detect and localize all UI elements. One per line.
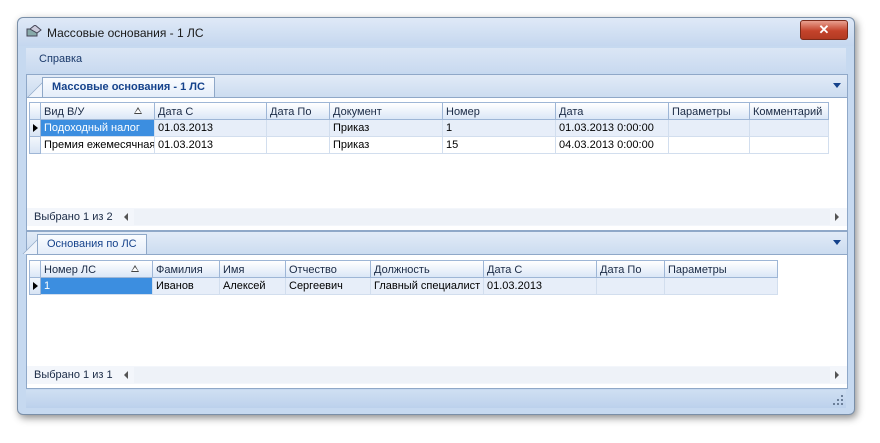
sort-ascending-icon <box>134 107 142 114</box>
column-header[interactable]: Параметры <box>665 260 778 278</box>
table-row[interactable]: Премия ежемесячная 01.03.2013 Приказ 15 … <box>41 137 829 154</box>
column-header[interactable]: Документ <box>330 102 443 120</box>
tab-mass-grounds[interactable]: Массовые основания - 1 ЛС <box>42 77 215 97</box>
column-header[interactable]: Дата По <box>267 102 330 120</box>
table-row[interactable]: Подоходный налог 01.03.2013 Приказ 1 01.… <box>41 120 829 137</box>
table-cell[interactable]: 1 <box>443 120 556 137</box>
mass-grounds-grid: Вид В/У Дата С Дата По Документ Номер Да… <box>29 102 829 207</box>
column-header[interactable]: Дата По <box>597 260 665 278</box>
scroll-right-icon[interactable] <box>835 371 839 379</box>
row-indicator[interactable] <box>29 278 41 295</box>
table-cell[interactable]: 04.03.2013 0:00:00 <box>556 137 669 154</box>
table-cell[interactable]: 15 <box>443 137 556 154</box>
table-cell[interactable]: Сергеевич <box>286 278 371 295</box>
close-icon: ✕ <box>818 22 830 37</box>
table-row[interactable]: 1 Иванов Алексей Сергеевич Главный специ… <box>41 278 778 295</box>
table-cell[interactable]: 01.03.2013 <box>484 278 597 295</box>
window-title: Массовые основания - 1 ЛС <box>47 26 204 40</box>
column-header[interactable]: Номер <box>443 102 556 120</box>
mass-grounds-tabstrip: Массовые основания - 1 ЛС <box>27 75 847 98</box>
size-grip-icon[interactable] <box>833 395 843 405</box>
table-cell[interactable]: 01.03.2013 <box>155 120 267 137</box>
table-cell[interactable]: Главный специалист <box>371 278 484 295</box>
horizontal-scrollbar[interactable] <box>134 367 830 383</box>
scroll-right-icon[interactable] <box>835 213 839 221</box>
table-cell[interactable] <box>669 137 750 154</box>
table-cell[interactable] <box>267 137 330 154</box>
table-cell[interactable]: 01.03.2013 <box>155 137 267 154</box>
column-header[interactable]: Дата С <box>155 102 267 120</box>
table-cell[interactable] <box>750 137 829 154</box>
dropdown-arrow-icon[interactable] <box>833 240 841 245</box>
close-button[interactable]: ✕ <box>800 20 848 40</box>
column-header[interactable]: Дата С <box>484 260 597 278</box>
row-pointer-icon <box>33 282 38 290</box>
ls-grounds-statusbar: Выбрано 1 из 1 <box>27 366 847 384</box>
row-indicator-header <box>29 102 41 120</box>
title-bar[interactable]: Массовые основания - 1 ЛС ✕ <box>18 18 854 46</box>
column-header[interactable]: Дата <box>556 102 669 120</box>
column-header[interactable]: Параметры <box>669 102 750 120</box>
menu-item-help[interactable]: Справка <box>39 53 82 65</box>
row-pointer-icon <box>33 124 38 132</box>
column-header[interactable]: Фамилия <box>153 260 220 278</box>
table-cell[interactable]: Алексей <box>220 278 286 295</box>
row-indicator[interactable] <box>29 137 41 154</box>
app-icon <box>26 25 42 37</box>
column-header[interactable]: Имя <box>220 260 286 278</box>
table-cell[interactable]: Премия ежемесячная <box>41 137 155 154</box>
table-cell[interactable]: Приказ <box>330 120 443 137</box>
row-indicator[interactable] <box>29 120 41 137</box>
table-cell[interactable]: Приказ <box>330 137 443 154</box>
window-footer <box>26 390 846 408</box>
mass-grounds-panel: Массовые основания - 1 ЛС Вид В/У Дата С… <box>26 74 848 231</box>
scroll-left-icon[interactable] <box>124 213 128 221</box>
column-header[interactable]: Отчество <box>286 260 371 278</box>
table-cell[interactable]: Подоходный налог <box>41 120 155 137</box>
row-indicator-header <box>29 260 41 278</box>
tab-ls-grounds[interactable]: Основания по ЛС <box>37 234 147 254</box>
selection-count: Выбрано 1 из 2 <box>34 211 113 223</box>
table-cell[interactable]: 01.03.2013 0:00:00 <box>556 120 669 137</box>
table-cell[interactable]: 1 <box>41 278 153 295</box>
table-cell[interactable] <box>750 120 829 137</box>
selection-count: Выбрано 1 из 1 <box>34 369 113 381</box>
main-window: Массовые основания - 1 ЛС ✕ Справка Масс… <box>17 17 855 415</box>
table-cell[interactable] <box>597 278 665 295</box>
column-header[interactable]: Должность <box>371 260 484 278</box>
sort-ascending-icon <box>131 265 139 272</box>
ls-grounds-grid: Номер ЛС Фамилия Имя Отчество Должность … <box>29 260 829 365</box>
horizontal-scrollbar[interactable] <box>134 209 830 225</box>
mass-grounds-statusbar: Выбрано 1 из 2 <box>27 208 847 226</box>
table-cell[interactable] <box>669 120 750 137</box>
menu-bar: Справка <box>26 48 846 72</box>
table-cell[interactable]: Иванов <box>153 278 220 295</box>
ls-grounds-panel: Основания по ЛС Номер ЛС Фамилия Имя Отч… <box>22 231 848 389</box>
column-header[interactable]: Комментарий <box>750 102 829 120</box>
table-cell[interactable] <box>267 120 330 137</box>
table-cell[interactable] <box>665 278 778 295</box>
ls-grounds-tabstrip: Основания по ЛС <box>22 232 847 255</box>
scroll-left-icon[interactable] <box>124 371 128 379</box>
dropdown-arrow-icon[interactable] <box>833 83 841 88</box>
